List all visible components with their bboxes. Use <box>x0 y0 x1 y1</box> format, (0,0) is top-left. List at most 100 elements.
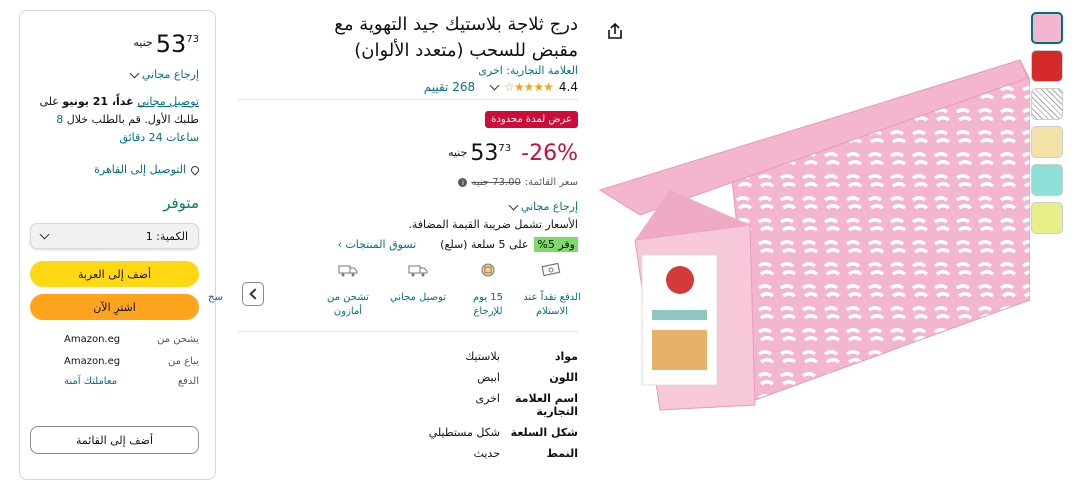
free-returns-link[interactable]: إرجاع مجاني <box>129 68 199 81</box>
free-delivery-icon <box>408 265 428 277</box>
spec-key: مواد <box>554 350 578 363</box>
buy-now-button[interactable]: اشترِ الآن <box>30 294 199 320</box>
spec-row: اللون ابيض <box>390 371 578 384</box>
thumbnail-white[interactable] <box>1031 88 1063 120</box>
add-to-cart-button[interactable]: أضف إلى العربة <box>30 261 199 287</box>
thumbnail-list <box>1031 12 1065 240</box>
thumbnail-lime[interactable] <box>1031 202 1063 234</box>
promo-text: على 5 سلعة (سلع) <box>440 238 529 251</box>
chevron-down-icon <box>39 229 50 240</box>
vat-note: الأسعار تشمل ضريبة القيمة المضافة. <box>408 218 578 231</box>
delivery-info: توصيل مجاني غداً، 21 يونيو على طلبك الأو… <box>38 93 199 147</box>
sold-by-row: يباع من Amazon.eg <box>64 356 199 367</box>
spec-key: اللون <box>549 371 578 384</box>
spec-row: شكل السلعة شكل مستطيلي <box>390 426 578 439</box>
chevron-down-icon <box>129 68 140 78</box>
feature-icons-carousel: الدفع نقداً عند الاستلام 15 يوم للإرجاع … <box>208 258 581 328</box>
thumbnail-cream[interactable] <box>1031 126 1063 158</box>
shipped-by-amazon-icon <box>338 265 358 277</box>
price-fraction: 73 <box>498 143 512 154</box>
share-icon[interactable] <box>606 22 624 40</box>
currency: جنيه <box>133 36 153 49</box>
price-whole: 53 <box>155 30 187 58</box>
feature-shipped-by-amazon[interactable]: تشحن من أمازون <box>318 258 378 319</box>
feature-label: 15 يوم للإرجاع <box>472 292 504 317</box>
product-specs: مواد بلاستيك اللون ابيض اسم العلامة التجار… <box>390 350 578 468</box>
spec-value: حديث <box>473 447 500 460</box>
spec-row: النمط حديث <box>390 447 578 460</box>
delivery-link[interactable]: توصيل مجاني <box>137 95 199 108</box>
ships-from-row: يشحن من Amazon.eg <box>64 334 199 345</box>
quantity-select[interactable]: الكمية: 1 <box>30 223 199 249</box>
spec-key: النمط <box>546 447 578 460</box>
chevron-left-icon <box>248 288 261 300</box>
spec-value: بلاستيك <box>465 350 500 363</box>
list-price-value: 73.00 جنيه <box>471 177 521 188</box>
buybox-price: جنيه 53 73 <box>133 31 199 57</box>
brand-link[interactable]: العلامة التجارية: اخرى <box>478 64 578 77</box>
spec-key: اسم العلامة التجارية <box>515 392 578 418</box>
location-pin-icon <box>189 163 201 176</box>
location-label: التوصيل إلى القاهرة <box>94 163 186 176</box>
price-fraction: 73 <box>186 34 199 45</box>
spec-value: اخرى <box>475 392 500 405</box>
spec-key: شكل السلعة <box>510 426 578 439</box>
return-icon <box>481 263 495 277</box>
quantity-text: الكمية: 1 <box>146 230 188 243</box>
rating-value: 4.4 <box>558 80 578 94</box>
feature-free-delivery[interactable]: توصيل مجاني <box>388 258 448 305</box>
add-to-list-button[interactable]: أضف إلى القائمة <box>30 426 199 454</box>
promotion-row: وفر 5% على 5 سلعة (سلع) تسوق المنتجات › <box>337 237 578 252</box>
list-price: سعر القائمة: 73.00 جنيه i <box>458 177 578 188</box>
thumbnail-pink[interactable] <box>1031 12 1063 44</box>
payment-row: الدفع معاملتك آمنة <box>64 376 199 387</box>
partial-feature-icon <box>224 262 246 278</box>
cash-on-delivery-icon <box>541 262 561 277</box>
quantity-label: الكمية: <box>156 229 188 243</box>
carousel-prev-button[interactable] <box>242 282 264 306</box>
rating-row[interactable]: 4.4 ★★★★☆ 268 تقييم <box>424 80 578 94</box>
price-row: -26% جنيه 53 73 <box>448 141 578 167</box>
divider <box>238 99 578 100</box>
secure-transaction-link[interactable]: معاملتك آمنة <box>64 376 117 387</box>
feature-label: الدفع نقداً عند الاستلام <box>523 292 581 317</box>
spec-row: اسم العلامة التجارية اخرى <box>390 392 578 418</box>
free-returns-label: إرجاع مجاني <box>141 68 199 81</box>
sold-by-value: Amazon.eg <box>64 356 121 367</box>
rating-count[interactable]: 268 تقييم <box>424 80 475 94</box>
spec-value: ابيض <box>477 371 500 384</box>
feature-cash-on-delivery[interactable]: الدفع نقداً عند الاستلام <box>522 258 582 319</box>
free-returns-link[interactable]: إرجاع مجاني <box>508 200 578 213</box>
deal-badge: عرض لمدة محدودة <box>485 111 578 128</box>
price-whole: 53 <box>470 141 499 166</box>
feature-label: توصيل مجاني <box>389 292 447 303</box>
stock-status: متوفر <box>163 194 199 212</box>
star-rating-icon: ★★★★☆ <box>504 80 554 94</box>
ships-from-value: Amazon.eg <box>64 334 121 345</box>
info-icon[interactable]: i <box>458 178 468 187</box>
delivery-location[interactable]: التوصيل إلى القاهرة <box>94 163 201 176</box>
product-title: درج ثلاجة بلاستيك جيد التهوية مع مقبض لل… <box>334 14 578 61</box>
quantity-value: 1 <box>145 229 153 243</box>
shop-products-link[interactable]: تسوق المنتجات › <box>337 238 416 251</box>
promo-tag: وفر 5% <box>534 237 578 252</box>
chevron-down-icon <box>508 200 519 210</box>
delivery-date: غداً، 21 يونيو <box>62 95 134 108</box>
ships-from-label: يشحن من <box>157 334 199 345</box>
feature-label: تشحن من أمازون <box>327 292 369 317</box>
chevron-down-icon <box>489 80 500 91</box>
buy-box: جنيه 53 73 إرجاع مجاني توصيل مجاني غداً،… <box>19 10 216 480</box>
spec-row: مواد بلاستيك <box>390 350 578 363</box>
spec-value: شكل مستطيلي <box>428 426 500 439</box>
currency: جنيه <box>448 146 468 159</box>
discount-percent: -26% <box>521 141 578 166</box>
divider <box>238 331 578 332</box>
thumbnail-teal[interactable] <box>1031 164 1063 196</box>
list-price-label: سعر القائمة: <box>524 177 578 188</box>
feature-returns[interactable]: 15 يوم للإرجاع <box>458 258 518 319</box>
product-price: جنيه 53 73 <box>448 141 511 167</box>
free-returns-label: إرجاع مجاني <box>520 200 578 213</box>
payment-label: الدفع <box>177 376 199 387</box>
product-main-image[interactable] <box>580 40 1030 420</box>
thumbnail-red[interactable] <box>1031 50 1063 82</box>
